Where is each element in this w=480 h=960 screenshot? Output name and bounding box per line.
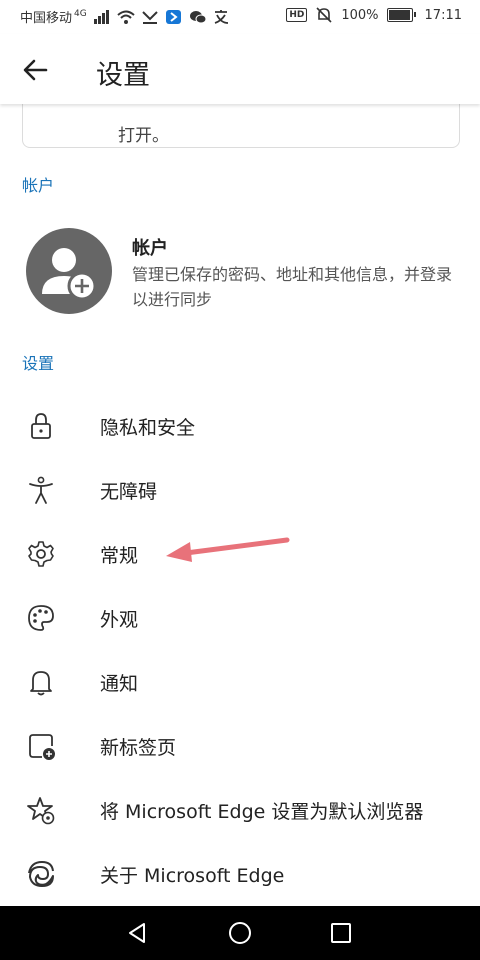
setting-new-tab-page[interactable]: 新标签页: [0, 714, 480, 778]
setting-default-browser[interactable]: 将 Microsoft Edge 设置为默认浏览器: [0, 778, 480, 842]
status-left: 中国移动 4G: [20, 7, 231, 26]
previous-card: 打开。: [22, 104, 460, 148]
status-right: HD 100% 17:11: [286, 7, 462, 23]
wechat-icon: [189, 10, 207, 23]
avatar-add-icon: [26, 228, 112, 314]
carrier-label: 中国移动: [20, 11, 73, 26]
network-label: 4G: [74, 8, 87, 19]
setting-label: 通知: [100, 673, 139, 695]
setting-about-edge[interactable]: 关于 Microsoft Edge: [0, 842, 480, 906]
page-title: 设置: [96, 60, 150, 91]
back-button[interactable]: [18, 54, 54, 86]
arrow-left-icon: [23, 59, 48, 81]
setting-accessibility[interactable]: 无障碍: [0, 458, 480, 522]
battery-icon: [386, 8, 416, 22]
new-tab-icon: [29, 734, 55, 760]
bell-icon: [30, 671, 52, 696]
setting-label: 无障碍: [100, 481, 158, 503]
system-nav-bar: [0, 906, 480, 960]
settings-content[interactable]: 打开。 帐户 帐户 管理已保存的密码、地址和其他信息，并登录以进行同步 设置 隐…: [0, 104, 480, 906]
app-notification-icon: [165, 9, 181, 24]
setting-label: 新标签页: [100, 737, 177, 759]
previous-card-text: 打开。: [118, 126, 169, 146]
setting-general[interactable]: 常规: [0, 522, 480, 586]
gear-icon: [28, 541, 54, 567]
setting-label: 隐私和安全: [100, 417, 196, 439]
triangle-back-icon[interactable]: [122, 918, 152, 948]
account-item[interactable]: 帐户 管理已保存的密码、地址和其他信息，并登录以进行同步: [0, 222, 480, 322]
setting-label: 将 Microsoft Edge 设置为默认浏览器: [100, 801, 424, 823]
clock: 17:11: [424, 7, 462, 23]
palette-icon: [28, 605, 54, 631]
setting-privacy-security[interactable]: 隐私和安全: [0, 394, 480, 458]
setting-label: 常规: [100, 545, 139, 567]
account-description: 管理已保存的密码、地址和其他信息，并登录以进行同步: [132, 265, 453, 309]
app-bar: 设置: [0, 34, 480, 104]
star-gear-icon: [27, 797, 55, 825]
lock-icon: [31, 413, 51, 439]
section-header-settings: 设置: [22, 354, 55, 373]
mute-icon: [316, 7, 332, 23]
edge-logo-icon: [28, 861, 54, 887]
square-recents-icon[interactable]: [326, 918, 356, 948]
setting-label: 外观: [100, 609, 139, 631]
battery-percent: 100%: [341, 7, 379, 23]
circle-home-icon[interactable]: [225, 918, 255, 948]
translate-icon: [214, 9, 228, 24]
missed-call-icon: [142, 10, 158, 24]
account-name: 帐户: [132, 238, 168, 259]
setting-appearance[interactable]: 外观: [0, 586, 480, 650]
status-bar: 中国移动 4G HD 100% 17:11: [0, 0, 480, 34]
section-header-account: 帐户: [22, 176, 55, 195]
setting-label: 关于 Microsoft Edge: [100, 865, 285, 887]
wifi-icon: [117, 10, 135, 24]
signal-icon: [93, 9, 109, 24]
hd-icon: HD: [286, 8, 308, 22]
accessibility-icon: [29, 476, 53, 504]
setting-notifications[interactable]: 通知: [0, 650, 480, 714]
